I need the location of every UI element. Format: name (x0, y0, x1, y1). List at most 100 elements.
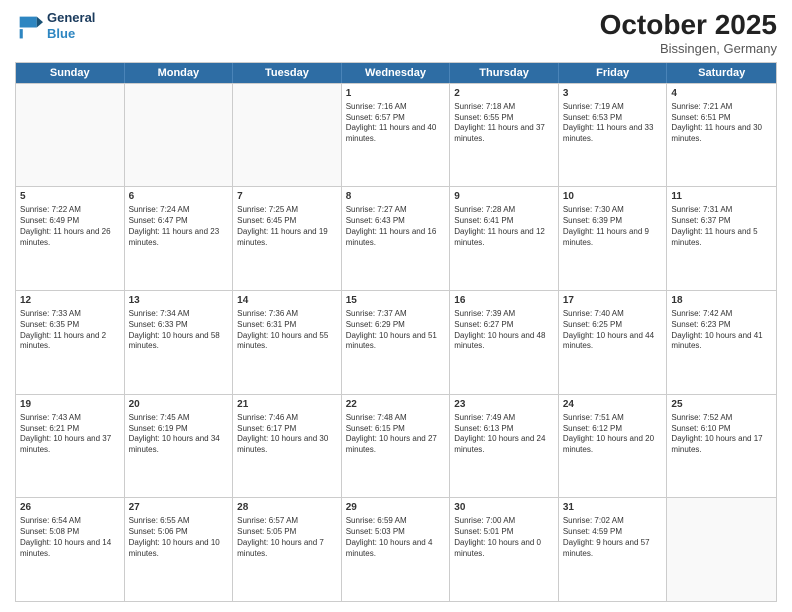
calendar-cell: 19Sunrise: 7:43 AM Sunset: 6:21 PM Dayli… (16, 395, 125, 498)
day-number: 11 (671, 190, 772, 203)
day-details: Sunrise: 7:52 AM Sunset: 6:10 PM Dayligh… (671, 413, 772, 456)
day-details: Sunrise: 7:49 AM Sunset: 6:13 PM Dayligh… (454, 413, 554, 456)
calendar-cell: 21 Sunrise: 7:46 AM Sunset: 6:17 PM Dayli… (233, 395, 342, 498)
calendar-day-header: Saturday (667, 63, 776, 83)
day-number: 21 (237, 398, 337, 411)
day-number: 24 (563, 398, 663, 411)
day-details: Sunrise: 7:33 AM Sunset: 6:35 PM Dayligh… (20, 309, 120, 352)
logo: General Blue (15, 10, 95, 41)
title-block: October 2025 Bissingen, Germany (600, 10, 777, 56)
day-details: Sunrise: 7:02 AM Sunset: 4:59 PM Dayligh… (563, 516, 663, 559)
subtitle: Bissingen, Germany (600, 41, 777, 56)
calendar-header: SundayMondayTuesdayWednesdayThursdayFrid… (16, 63, 776, 83)
calendar: SundayMondayTuesdayWednesdayThursdayFrid… (15, 62, 777, 602)
calendar-cell: 31 Sunrise: 7:02 AM Sunset: 4:59 PM Dayli… (559, 498, 668, 601)
day-number: 22 (346, 398, 446, 411)
day-details: Sunrise: 6:57 AM Sunset: 5:05 PM Dayligh… (237, 516, 337, 559)
day-details: Sunrise: 7:18 AM Sunset: 6:55 PM Dayligh… (454, 102, 554, 145)
calendar-cell: 28Sunrise: 6:57 AM Sunset: 5:05 PM Dayli… (233, 498, 342, 601)
calendar-cell: 6Sunrise: 7:24 AM Sunset: 6:47 PM Daylig… (125, 187, 234, 290)
day-number: 1 (346, 87, 446, 100)
page: General Blue October 2025 Bissingen, Ger… (0, 0, 792, 612)
calendar-cell: 23 Sunrise: 7:49 AM Sunset: 6:13 PM Dayli… (450, 395, 559, 498)
day-number: 31 (563, 501, 663, 514)
calendar-cell: 10Sunrise: 7:30 AM Sunset: 6:39 PM Dayli… (559, 187, 668, 290)
calendar-cell: 7Sunrise: 7:25 AM Sunset: 6:45 PM Daylig… (233, 187, 342, 290)
day-details: Sunrise: 7:30 AM Sunset: 6:39 PM Dayligh… (563, 205, 663, 248)
day-number: 27 (129, 501, 229, 514)
calendar-cell: 30 Sunrise: 7:00 AM Sunset: 5:01 PM Dayli… (450, 498, 559, 601)
calendar-day-header: Sunday (16, 63, 125, 83)
month-title: October 2025 (600, 10, 777, 41)
day-details: Sunrise: 7:16 AM Sunset: 6:57 PM Dayligh… (346, 102, 446, 145)
day-details: Sunrise: 6:55 AM Sunset: 5:06 PM Dayligh… (129, 516, 229, 559)
calendar-cell: 8 Sunrise: 7:27 AM Sunset: 6:43 PM Daylig… (342, 187, 451, 290)
calendar-cell: 17 Sunrise: 7:40 AM Sunset: 6:25 PM Dayli… (559, 291, 668, 394)
day-number: 30 (454, 501, 554, 514)
calendar-cell: 25 Sunrise: 7:52 AM Sunset: 6:10 PM Dayli… (667, 395, 776, 498)
calendar-week-row: 26 Sunrise: 6:54 AM Sunset: 5:08 PM Dayli… (16, 497, 776, 601)
calendar-cell: 9Sunrise: 7:28 AM Sunset: 6:41 PM Daylig… (450, 187, 559, 290)
day-details: Sunrise: 6:59 AM Sunset: 5:03 PM Dayligh… (346, 516, 446, 559)
day-details: Sunrise: 7:45 AM Sunset: 6:19 PM Dayligh… (129, 413, 229, 456)
calendar-day-header: Monday (125, 63, 234, 83)
calendar-cell: 4 Sunrise: 7:21 AM Sunset: 6:51 PM Daylig… (667, 84, 776, 187)
calendar-week-row: 5Sunrise: 7:22 AM Sunset: 6:49 PM Daylig… (16, 186, 776, 290)
day-details: Sunrise: 7:48 AM Sunset: 6:15 PM Dayligh… (346, 413, 446, 456)
calendar-cell: 15Sunrise: 7:37 AM Sunset: 6:29 PM Dayli… (342, 291, 451, 394)
calendar-week-row: 12 Sunrise: 7:33 AM Sunset: 6:35 PM Dayli… (16, 290, 776, 394)
day-number: 13 (129, 294, 229, 307)
day-number: 4 (671, 87, 772, 100)
day-details: Sunrise: 7:21 AM Sunset: 6:51 PM Dayligh… (671, 102, 772, 145)
day-details: Sunrise: 7:34 AM Sunset: 6:33 PM Dayligh… (129, 309, 229, 352)
day-number: 17 (563, 294, 663, 307)
day-number: 23 (454, 398, 554, 411)
calendar-day-header: Wednesday (342, 63, 451, 83)
calendar-cell: 3Sunrise: 7:19 AM Sunset: 6:53 PM Daylig… (559, 84, 668, 187)
header: General Blue October 2025 Bissingen, Ger… (15, 10, 777, 56)
calendar-cell: 11 Sunrise: 7:31 AM Sunset: 6:37 PM Dayli… (667, 187, 776, 290)
calendar-cell: 5Sunrise: 7:22 AM Sunset: 6:49 PM Daylig… (16, 187, 125, 290)
day-details: Sunrise: 7:40 AM Sunset: 6:25 PM Dayligh… (563, 309, 663, 352)
day-number: 26 (20, 501, 120, 514)
day-number: 14 (237, 294, 337, 307)
day-number: 7 (237, 190, 337, 203)
day-details: Sunrise: 7:36 AM Sunset: 6:31 PM Dayligh… (237, 309, 337, 352)
logo-text: General Blue (47, 10, 95, 41)
day-number: 15 (346, 294, 446, 307)
day-details: Sunrise: 7:43 AM Sunset: 6:21 PM Dayligh… (20, 413, 120, 456)
day-number: 16 (454, 294, 554, 307)
day-number: 25 (671, 398, 772, 411)
day-details: Sunrise: 6:54 AM Sunset: 5:08 PM Dayligh… (20, 516, 120, 559)
calendar-cell: 26 Sunrise: 6:54 AM Sunset: 5:08 PM Dayli… (16, 498, 125, 601)
calendar-cell: 2 Sunrise: 7:18 AM Sunset: 6:55 PM Daylig… (450, 84, 559, 187)
day-number: 3 (563, 87, 663, 100)
day-details: Sunrise: 7:00 AM Sunset: 5:01 PM Dayligh… (454, 516, 554, 559)
day-details: Sunrise: 7:27 AM Sunset: 6:43 PM Dayligh… (346, 205, 446, 248)
calendar-cell: 1 Sunrise: 7:16 AM Sunset: 6:57 PM Daylig… (342, 84, 451, 187)
calendar-body: 1 Sunrise: 7:16 AM Sunset: 6:57 PM Daylig… (16, 83, 776, 601)
calendar-cell (667, 498, 776, 601)
calendar-cell: 24Sunrise: 7:51 AM Sunset: 6:12 PM Dayli… (559, 395, 668, 498)
day-details: Sunrise: 7:28 AM Sunset: 6:41 PM Dayligh… (454, 205, 554, 248)
calendar-week-row: 1 Sunrise: 7:16 AM Sunset: 6:57 PM Daylig… (16, 83, 776, 187)
calendar-cell (16, 84, 125, 187)
day-number: 2 (454, 87, 554, 100)
calendar-cell: 16 Sunrise: 7:39 AM Sunset: 6:27 PM Dayli… (450, 291, 559, 394)
calendar-day-header: Thursday (450, 63, 559, 83)
calendar-cell: 27 Sunrise: 6:55 AM Sunset: 5:06 PM Dayli… (125, 498, 234, 601)
calendar-day-header: Friday (559, 63, 668, 83)
day-details: Sunrise: 7:39 AM Sunset: 6:27 PM Dayligh… (454, 309, 554, 352)
day-number: 20 (129, 398, 229, 411)
day-number: 5 (20, 190, 120, 203)
calendar-cell: 14 Sunrise: 7:36 AM Sunset: 6:31 PM Dayli… (233, 291, 342, 394)
day-details: Sunrise: 7:31 AM Sunset: 6:37 PM Dayligh… (671, 205, 772, 248)
calendar-cell: 22 Sunrise: 7:48 AM Sunset: 6:15 PM Dayli… (342, 395, 451, 498)
day-details: Sunrise: 7:46 AM Sunset: 6:17 PM Dayligh… (237, 413, 337, 456)
logo-icon (15, 12, 43, 40)
day-number: 29 (346, 501, 446, 514)
day-number: 18 (671, 294, 772, 307)
day-number: 12 (20, 294, 120, 307)
day-number: 8 (346, 190, 446, 203)
calendar-day-header: Tuesday (233, 63, 342, 83)
